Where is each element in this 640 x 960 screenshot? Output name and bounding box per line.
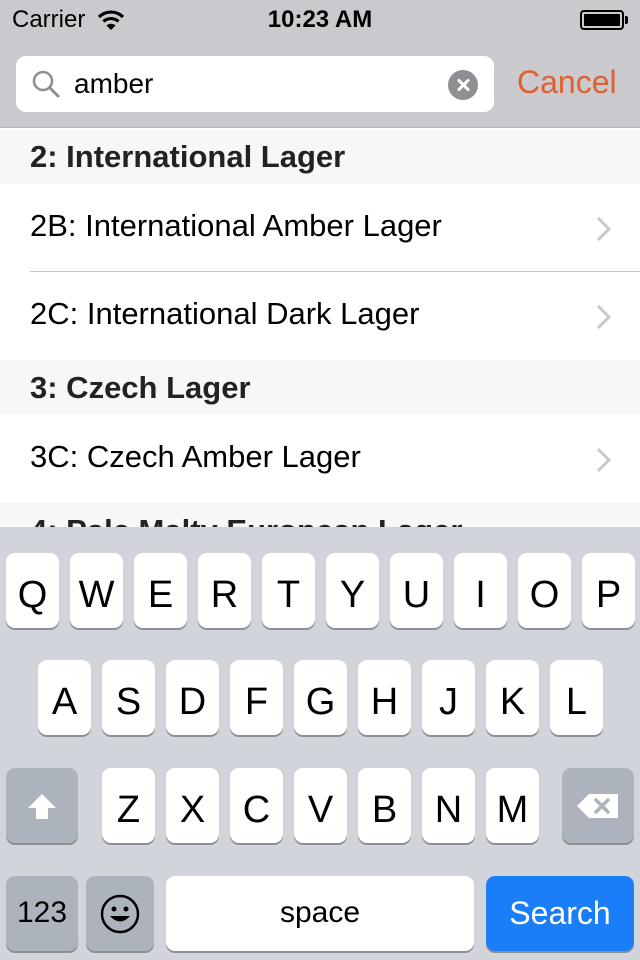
shift-icon	[28, 793, 56, 819]
numbers-key[interactable]: 123	[6, 876, 78, 951]
key-e[interactable]: E	[134, 553, 187, 628]
key-n[interactable]: N	[422, 768, 475, 843]
key-m[interactable]: M	[486, 768, 539, 843]
list-item[interactable]: 2C: International Dark Lager	[0, 272, 640, 360]
list-item[interactable]: 3C: Czech Amber Lager	[0, 415, 640, 503]
key-q[interactable]: Q	[6, 553, 59, 628]
key-v[interactable]: V	[294, 768, 347, 843]
list-item-label: 2B: International Amber Lager	[30, 208, 442, 243]
key-l[interactable]: L	[550, 660, 603, 735]
status-bar: Carrier 10:23 AM	[0, 0, 640, 40]
key-x[interactable]: X	[166, 768, 219, 843]
search-header: Carrier 10:23 AM Cancel	[0, 0, 640, 128]
chevron-right-icon	[596, 447, 612, 473]
key-g[interactable]: G	[294, 660, 347, 735]
key-w[interactable]: W	[70, 553, 123, 628]
key-a[interactable]: A	[38, 660, 91, 735]
clear-text-icon[interactable]	[448, 70, 478, 100]
key-u[interactable]: U	[390, 553, 443, 628]
key-k[interactable]: K	[486, 660, 539, 735]
key-i[interactable]: I	[454, 553, 507, 628]
key-d[interactable]: D	[166, 660, 219, 735]
key-r[interactable]: R	[198, 553, 251, 628]
key-h[interactable]: H	[358, 660, 411, 735]
emoji-key[interactable]	[86, 876, 154, 951]
search-input[interactable]	[74, 64, 444, 104]
cancel-button[interactable]: Cancel	[517, 64, 617, 101]
section-header: 4: Pale Malty European Lager	[0, 503, 640, 527]
keyboard: Q W E R T Y U I O P A S D F G H J K L Z …	[0, 527, 640, 960]
battery-icon	[580, 10, 628, 30]
search-key[interactable]: Search	[486, 876, 634, 951]
list-item[interactable]: 2B: International Amber Lager	[0, 184, 640, 272]
delete-key[interactable]	[562, 768, 634, 843]
key-c[interactable]: C	[230, 768, 283, 843]
chevron-right-icon	[596, 216, 612, 242]
shift-key[interactable]	[6, 768, 78, 843]
key-s[interactable]: S	[102, 660, 155, 735]
key-j[interactable]: J	[422, 660, 475, 735]
space-key[interactable]: space	[166, 876, 474, 951]
key-z[interactable]: Z	[102, 768, 155, 843]
key-o[interactable]: O	[518, 553, 571, 628]
key-p[interactable]: P	[582, 553, 635, 628]
key-y[interactable]: Y	[326, 553, 379, 628]
list-item-label: 2C: International Dark Lager	[30, 296, 420, 331]
search-icon	[32, 70, 60, 98]
list-item-label: 3C: Czech Amber Lager	[30, 439, 361, 474]
results-list[interactable]: 2: International Lager 2B: International…	[0, 129, 640, 527]
status-time: 10:23 AM	[267, 6, 373, 33]
delete-icon	[577, 793, 618, 818]
key-f[interactable]: F	[230, 660, 283, 735]
search-field[interactable]	[16, 56, 494, 112]
section-header: 2: International Lager	[0, 129, 640, 184]
key-t[interactable]: T	[262, 553, 315, 628]
section-header: 3: Czech Lager	[0, 360, 640, 415]
chevron-right-icon	[596, 304, 612, 330]
emoji-icon	[100, 894, 140, 933]
key-b[interactable]: B	[358, 768, 411, 843]
